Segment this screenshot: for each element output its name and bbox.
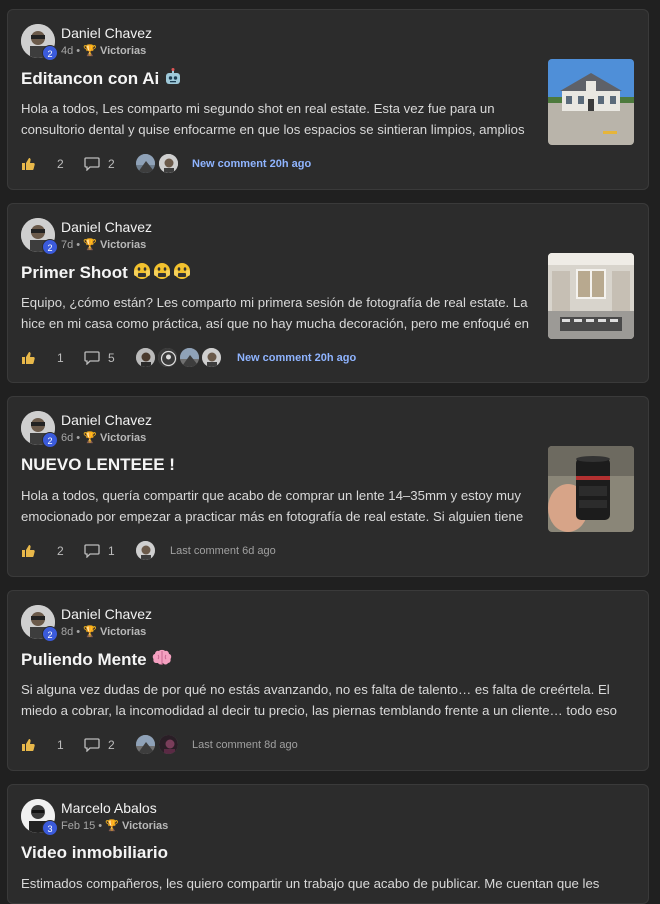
like-icon[interactable] <box>21 157 35 176</box>
like-count[interactable]: 2 <box>57 153 64 175</box>
post-author-row: 3 Marcelo Abalos Feb 15 • 🏆 Victorias <box>21 799 421 836</box>
comment-count[interactable]: 1 <box>108 540 115 562</box>
comment-count[interactable]: 5 <box>108 347 115 369</box>
post-footer: 2 1 Last comment 6d ago <box>21 540 621 562</box>
like-icon[interactable] <box>21 738 35 757</box>
like-icon[interactable] <box>21 544 35 563</box>
comment-icon[interactable] <box>84 157 100 176</box>
post-title-text[interactable]: Editancon con Ai <box>21 69 159 88</box>
brain-emoji-icon <box>152 649 172 672</box>
post-card[interactable]: 2 Daniel Chavez 4d • 🏆 Victorias Editanc… <box>7 9 649 190</box>
trophy-icon: 🏆 <box>83 45 97 57</box>
level-badge: 3 <box>42 820 58 836</box>
commenter-avatar[interactable] <box>179 347 200 368</box>
post-card[interactable]: 2 Daniel Chavez 6d • 🏆 Victorias NUEVO L… <box>7 396 649 577</box>
author-name[interactable]: Daniel Chavez <box>61 219 152 235</box>
post-author-row: 2 Daniel Chavez 6d • 🏆 Victorias <box>21 411 421 448</box>
author-name[interactable]: Daniel Chavez <box>61 25 152 41</box>
post-footer: 1 5 New comment 20h ago <box>21 347 621 369</box>
commenter-avatar[interactable] <box>158 153 179 174</box>
author-name[interactable]: Daniel Chavez <box>61 412 152 428</box>
comment-icon[interactable] <box>84 738 100 757</box>
author-name[interactable]: Daniel Chavez <box>61 606 152 622</box>
post-category[interactable]: Victorias <box>100 45 146 57</box>
last-comment-status: New comment 20h ago <box>192 158 312 170</box>
level-badge: 2 <box>42 626 58 642</box>
trophy-icon: 🏆 <box>83 626 97 638</box>
comment-icon[interactable] <box>84 351 100 370</box>
post-thumbnail[interactable] <box>548 253 634 339</box>
like-icon[interactable] <box>21 351 35 370</box>
post-meta: 4d • 🏆 Victorias <box>61 45 147 57</box>
like-count[interactable]: 1 <box>57 734 64 756</box>
post-author-row: 2 Daniel Chavez 4d • 🏆 Victorias <box>21 24 421 61</box>
post-excerpt[interactable]: Hola a todos, quería compartir que acabo… <box>21 485 533 527</box>
post-age: 4d <box>61 45 74 57</box>
post-meta: 6d • 🏆 Victorias <box>61 432 147 444</box>
post-title[interactable]: Video inmobiliario <box>21 843 168 863</box>
post-title-text[interactable]: Puliendo Mente <box>21 650 147 669</box>
post-author-row: 2 Daniel Chavez 8d • 🏆 Victorias <box>21 605 421 642</box>
post-age: 6d <box>61 432 74 444</box>
trophy-icon: 🏆 <box>105 820 119 832</box>
post-title-text[interactable]: Primer Shoot <box>21 263 128 282</box>
last-comment-status: Last comment 8d ago <box>192 739 298 751</box>
commenter-avatar[interactable] <box>135 540 156 561</box>
level-badge: 2 <box>42 239 58 255</box>
post-meta: 7d • 🏆 Victorias <box>61 239 147 251</box>
post-excerpt[interactable]: Equipo, ¿cómo están? Les comparto mi pri… <box>21 292 533 334</box>
post-category[interactable]: Victorias <box>100 432 146 444</box>
commenter-avatar[interactable] <box>135 153 156 174</box>
comment-count[interactable]: 2 <box>108 734 115 756</box>
trophy-icon: 🏆 <box>83 239 97 251</box>
commenter-avatar[interactable] <box>158 734 179 755</box>
post-thumbnail[interactable] <box>548 59 634 145</box>
post-card[interactable]: 3 Marcelo Abalos Feb 15 • 🏆 Victorias Vi… <box>7 784 649 904</box>
post-card[interactable]: 2 Daniel Chavez 8d • 🏆 Victorias Puliend… <box>7 590 649 771</box>
post-age: 8d <box>61 626 74 638</box>
post-title[interactable]: Editancon con Ai <box>21 68 182 91</box>
post-title[interactable]: NUEVO LENTEEE ! <box>21 455 175 475</box>
last-comment-status: Last comment 6d ago <box>170 545 276 557</box>
post-age: 7d <box>61 239 74 251</box>
commenter-avatar[interactable] <box>135 734 156 755</box>
post-category[interactable]: Victorias <box>122 820 168 832</box>
robot-emoji-icon <box>164 68 182 91</box>
post-title-text[interactable]: NUEVO LENTEEE ! <box>21 455 175 474</box>
post-excerpt[interactable]: Si alguna vez dudas de por qué no estás … <box>21 679 631 721</box>
post-excerpt[interactable]: Hola a todos, Les comparto mi segundo sh… <box>21 98 533 140</box>
comment-icon[interactable] <box>84 544 100 563</box>
commenter-avatar[interactable] <box>201 347 222 368</box>
post-thumbnail[interactable] <box>548 446 634 532</box>
comment-count[interactable]: 2 <box>108 153 115 175</box>
post-title[interactable]: Primer Shoot <box>21 262 193 285</box>
post-meta: 8d • 🏆 Victorias <box>61 626 147 638</box>
post-footer: 1 2 Last comment 8d ago <box>21 734 621 756</box>
post-title-text[interactable]: Video inmobiliario <box>21 843 168 862</box>
author-name[interactable]: Marcelo Abalos <box>61 800 157 816</box>
post-age: Feb 15 <box>61 820 96 832</box>
last-comment-status: New comment 20h ago <box>237 352 357 364</box>
level-badge: 2 <box>42 45 58 61</box>
level-badge: 2 <box>42 432 58 448</box>
post-footer: 2 2 New comment 20h ago <box>21 153 621 175</box>
like-count[interactable]: 2 <box>57 540 64 562</box>
post-excerpt[interactable]: Estimados compañeros, les quiero compart… <box>21 873 631 903</box>
like-count[interactable]: 1 <box>57 347 64 369</box>
post-category[interactable]: Victorias <box>100 239 146 251</box>
post-card[interactable]: 2 Daniel Chavez 7d • 🏆 Victorias Primer … <box>7 203 649 383</box>
commenter-avatar[interactable] <box>157 347 178 368</box>
post-author-row: 2 Daniel Chavez 7d • 🏆 Victorias <box>21 218 421 255</box>
post-meta: Feb 15 • 🏆 Victorias <box>61 820 169 832</box>
post-category[interactable]: Victorias <box>100 626 146 638</box>
scared-face-emoji-icon <box>133 262 193 285</box>
commenter-avatar[interactable] <box>135 347 156 368</box>
post-title[interactable]: Puliendo Mente <box>21 649 172 672</box>
trophy-icon: 🏆 <box>83 432 97 444</box>
